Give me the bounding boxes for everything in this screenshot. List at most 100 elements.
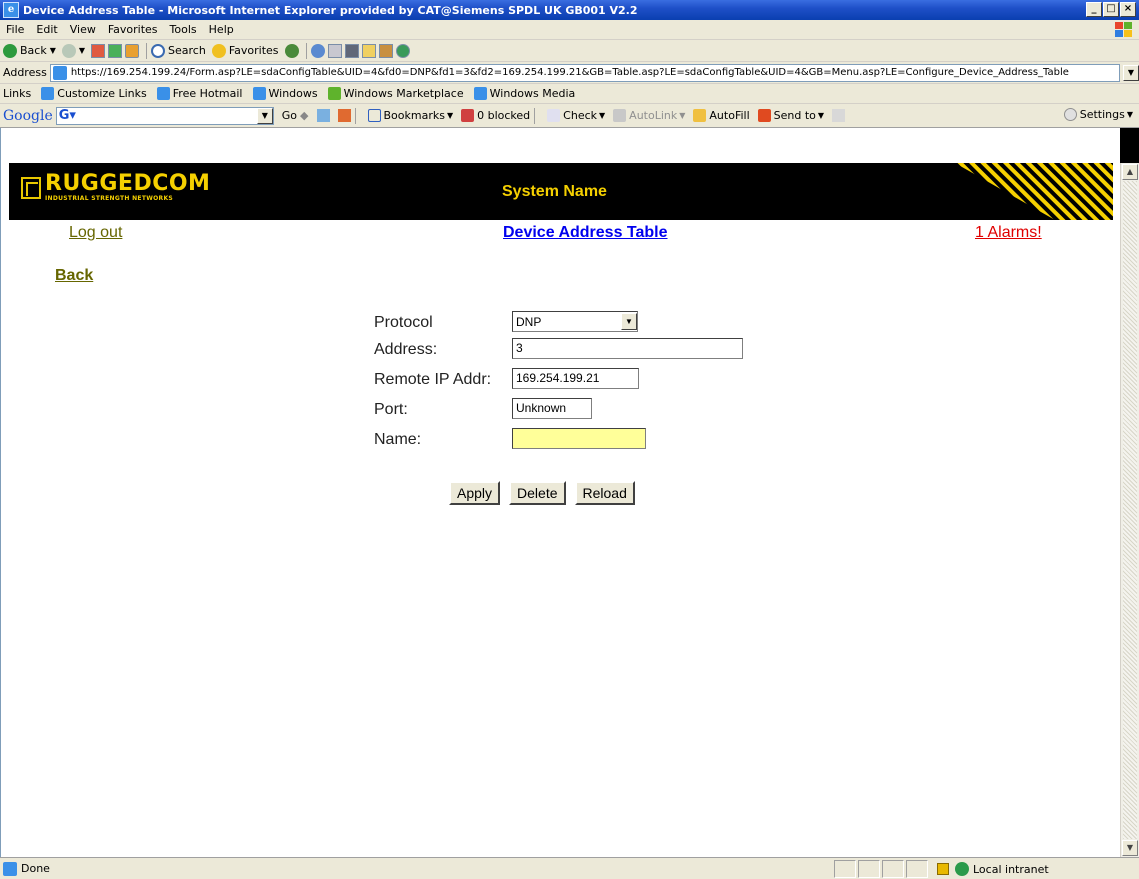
toolbar-separator <box>305 42 307 59</box>
system-name: System Name <box>502 183 607 200</box>
reload-button[interactable]: Reload <box>574 481 635 505</box>
edit-icon[interactable] <box>344 43 359 58</box>
address-bar: Address https://169.254.199.24/Form.asp?… <box>0 62 1139 84</box>
link-customize-links[interactable]: Customize Links <box>41 87 147 100</box>
menu-edit[interactable]: Edit <box>30 23 63 36</box>
star-outline-icon <box>367 109 381 122</box>
delete-button[interactable]: Delete <box>509 481 566 505</box>
autofill-icon <box>693 109 707 122</box>
menu-view[interactable]: View <box>64 23 102 36</box>
address-dropdown-icon[interactable]: ▼ <box>1123 64 1139 81</box>
menu-help[interactable]: Help <box>203 23 240 36</box>
brand-name: RUGGEDCOM <box>45 171 211 196</box>
status-panel <box>834 860 856 878</box>
forward-button[interactable]: ▼ <box>61 43 85 58</box>
menu-favorites[interactable]: Favorites <box>102 23 164 36</box>
nav-row: Log out Device Address Table 1 Alarms! <box>1 222 1120 244</box>
home-icon[interactable] <box>125 43 140 58</box>
ie-page-icon <box>156 87 170 100</box>
forward-dropdown-icon[interactable]: ▼ <box>79 46 85 55</box>
window-title-bar[interactable]: e Device Address Table - Microsoft Inter… <box>0 0 1139 20</box>
address-input[interactable]: https://169.254.199.24/Form.asp?LE=sdaCo… <box>49 63 1120 82</box>
address-field-label: Address: <box>374 341 438 358</box>
link-free-hotmail[interactable]: Free Hotmail <box>156 87 243 100</box>
minimize-button[interactable]: _ <box>1086 2 1102 17</box>
google-dropdown-icon[interactable]: ▼ <box>256 107 273 124</box>
settings-label: Settings <box>1079 108 1125 121</box>
link-windows-media[interactable]: Windows Media <box>473 87 576 100</box>
google-popup-blocker[interactable]: 0 blocked <box>461 109 530 122</box>
history-icon[interactable] <box>284 43 299 58</box>
link-windows-marketplace[interactable]: Windows Marketplace <box>327 87 464 100</box>
header-banner: RUGGEDCOM INDUSTRIAL STRENGTH NETWORKS S… <box>9 163 1113 220</box>
link-label: Windows Media <box>489 87 576 100</box>
mail-icon[interactable] <box>310 43 325 58</box>
name-row: Name: <box>374 428 774 452</box>
autolink-label: AutoLink <box>629 109 678 122</box>
page-title[interactable]: Device Address Table <box>503 224 668 242</box>
chevron-down-icon[interactable]: ▼ <box>621 313 637 330</box>
google-spellcheck-button[interactable]: Check ▼ <box>547 109 605 122</box>
name-field[interactable] <box>512 428 646 449</box>
intranet-globe-icon <box>955 862 969 876</box>
go-arrows-icon: ◆ <box>300 109 309 122</box>
menu-file[interactable]: File <box>0 23 30 36</box>
scroll-down-icon[interactable]: ▼ <box>1122 840 1138 856</box>
address-url[interactable]: https://169.254.199.24/Form.asp?LE=sdaCo… <box>71 67 1119 78</box>
toolbar-separator <box>146 42 148 59</box>
refresh-icon[interactable] <box>108 43 123 58</box>
scroll-up-icon[interactable]: ▲ <box>1122 164 1138 180</box>
research-icon[interactable] <box>378 43 393 58</box>
menu-tools[interactable]: Tools <box>164 23 203 36</box>
search-button[interactable]: Search <box>151 43 206 58</box>
maximize-button[interactable]: □ <box>1103 2 1119 17</box>
google-go-button[interactable]: Go ◆ <box>282 109 309 122</box>
print-icon[interactable] <box>327 43 342 58</box>
highlight-icon[interactable] <box>832 109 846 122</box>
remote-ip-label: Remote IP Addr: <box>374 371 492 388</box>
popup-blocker-icon <box>461 109 475 122</box>
google-news-icon[interactable] <box>337 109 351 122</box>
lock-icon[interactable] <box>937 863 949 875</box>
links-bar: Links Customize Links Free Hotmail Windo… <box>0 84 1139 104</box>
google-sendto-button[interactable]: Send to ▼ <box>757 109 824 122</box>
port-field[interactable]: Unknown <box>512 398 592 419</box>
standard-toolbar: Back ▼ ▼ Search Favorites <box>0 40 1139 62</box>
google-autolink-button[interactable]: AutoLink ▼ <box>613 109 685 122</box>
back-link[interactable]: Back <box>55 267 93 285</box>
search-label: Search <box>168 44 206 57</box>
remote-ip-row: Remote IP Addr: 169.254.199.21 <box>374 368 774 392</box>
favorites-button[interactable]: Favorites <box>211 43 279 58</box>
security-zone[interactable]: Local intranet <box>937 860 1049 878</box>
discuss-icon[interactable] <box>361 43 376 58</box>
google-autofill-button[interactable]: AutoFill <box>693 109 750 122</box>
ie-icon: e <box>3 2 19 18</box>
address-row: Address: 3 <box>374 338 774 362</box>
back-button[interactable]: Back ▼ <box>3 43 56 58</box>
port-row: Port: Unknown <box>374 398 774 422</box>
link-windows[interactable]: Windows <box>252 87 318 100</box>
google-search-input[interactable]: G▾ ▼ <box>55 106 274 125</box>
google-g-icon: G▾ <box>58 108 76 123</box>
google-pagerank-icon[interactable] <box>316 109 330 122</box>
apply-button[interactable]: Apply <box>449 481 501 505</box>
google-bookmarks-button[interactable]: Bookmarks ▼ <box>367 109 453 122</box>
forward-arrow-icon <box>61 43 76 58</box>
address-field[interactable]: 3 <box>512 338 743 359</box>
google-settings-button[interactable]: Settings ▼ <box>1063 108 1133 121</box>
logout-link[interactable]: Log out <box>69 224 122 242</box>
back-dropdown-icon[interactable]: ▼ <box>50 46 56 55</box>
link-label: Windows <box>268 87 318 100</box>
close-button[interactable]: × <box>1120 2 1136 17</box>
remote-ip-field[interactable]: 169.254.199.21 <box>512 368 639 389</box>
port-label: Port: <box>374 401 408 418</box>
favorites-label: Favorites <box>228 44 279 57</box>
alarms-link[interactable]: 1 Alarms! <box>975 224 1042 242</box>
stop-icon[interactable] <box>91 43 106 58</box>
scrollbar-track[interactable] <box>1123 181 1137 839</box>
page-content: RUGGEDCOM INDUSTRIAL STRENGTH NETWORKS S… <box>0 128 1120 857</box>
protocol-select[interactable]: DNP ▼ <box>512 311 638 332</box>
name-label: Name: <box>374 431 422 448</box>
messenger-icon[interactable] <box>395 43 410 58</box>
vertical-scrollbar[interactable]: ▲ ▼ <box>1120 163 1139 857</box>
